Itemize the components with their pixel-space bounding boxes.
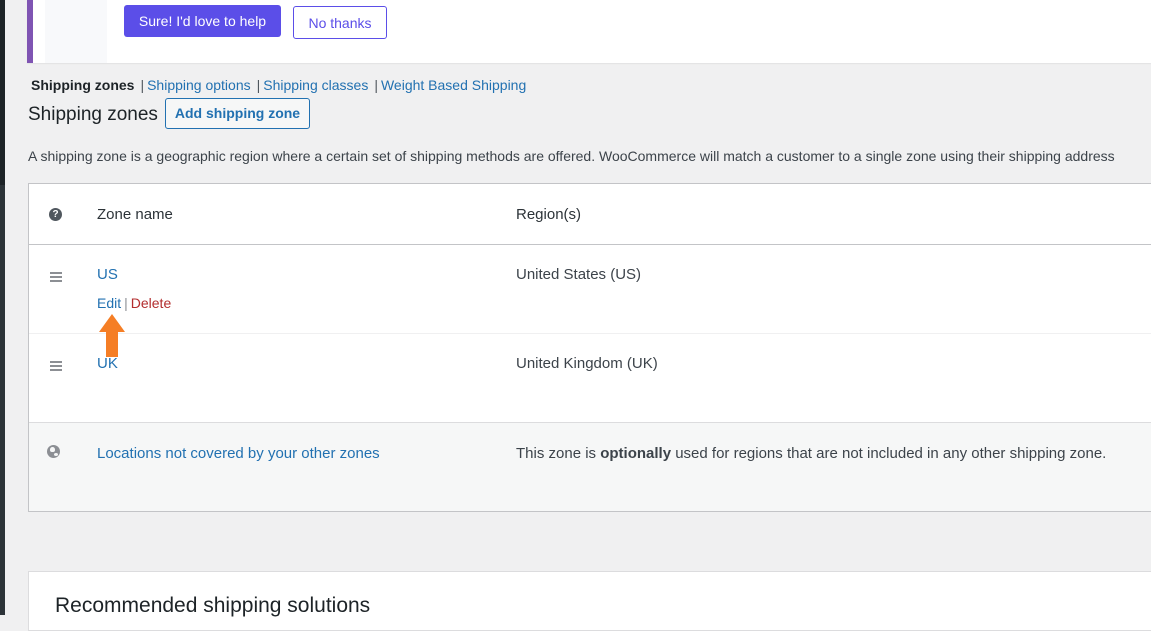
feedback-notice: Sure! I'd love to help No thanks [27,0,1151,63]
subnav-current-shipping-zones: Shipping zones [31,77,135,93]
arrow-up-icon [99,314,125,357]
action-separator: | [124,295,128,311]
other-zone-description-emphasis: optionally [600,445,672,462]
other-zone-description-end: used for regions that are not included i… [671,445,1107,462]
zone-region: United Kingdom (UK) [516,355,658,372]
recommended-shipping-title: Recommended shipping solutions [55,594,371,617]
subnav-separator: | [140,77,145,93]
notice-icon-strip [45,0,107,63]
column-header-zone-name: Zone name [97,206,173,223]
column-header-regions: Region(s) [516,206,582,223]
subnav-separator: | [374,77,378,93]
drag-handle-icon[interactable] [50,272,62,284]
shipping-subnav: Shipping zones | Shipping options | Shipping… [31,77,526,93]
zone-link-us[interactable]: US [97,266,118,283]
table-row: UK United Kingdom (UK) [29,334,1151,423]
zone-region: United States (US) [516,266,642,283]
edit-zone-link[interactable]: Edit [97,295,121,311]
globe-icon [47,445,60,458]
drag-handle-icon[interactable] [50,361,62,373]
zone-link-other-locations[interactable]: Locations not covered by your other zone… [97,445,380,462]
row-actions: Edit | Delete [97,295,171,311]
subnav-separator: | [256,77,261,93]
page-title: Shipping zones [28,104,158,125]
table-row-other-locations: Locations not covered by your other zone… [29,423,1151,511]
help-icon[interactable]: ? [49,208,62,221]
delete-zone-link[interactable]: Delete [131,295,171,311]
subnav-shipping-classes[interactable]: Shipping classes [263,77,368,93]
page-description: A shipping zone is a geographic region w… [28,148,1115,164]
other-zone-description-start: This zone is [516,445,601,462]
subnav-weight-based-shipping[interactable]: Weight Based Shipping [381,77,526,93]
add-shipping-zone-button[interactable]: Add shipping zone [165,98,310,129]
table-row: US United States (US) Edit | Delete [29,245,1151,334]
table-header: ? Zone name Region(s) [29,184,1151,245]
subnav-shipping-options[interactable]: Shipping options [147,77,251,93]
admin-sidebar-edge [0,0,5,615]
zone-link-uk[interactable]: UK [97,355,118,372]
accept-help-button[interactable]: Sure! I'd love to help [124,5,281,37]
recommended-shipping-panel: Recommended shipping solutions [28,571,1151,631]
shipping-zones-table: ? Zone name Region(s) US United States (… [28,183,1151,512]
decline-help-button[interactable]: No thanks [293,6,387,39]
other-zone-description: This zone is optionally used for regions… [516,445,1106,462]
